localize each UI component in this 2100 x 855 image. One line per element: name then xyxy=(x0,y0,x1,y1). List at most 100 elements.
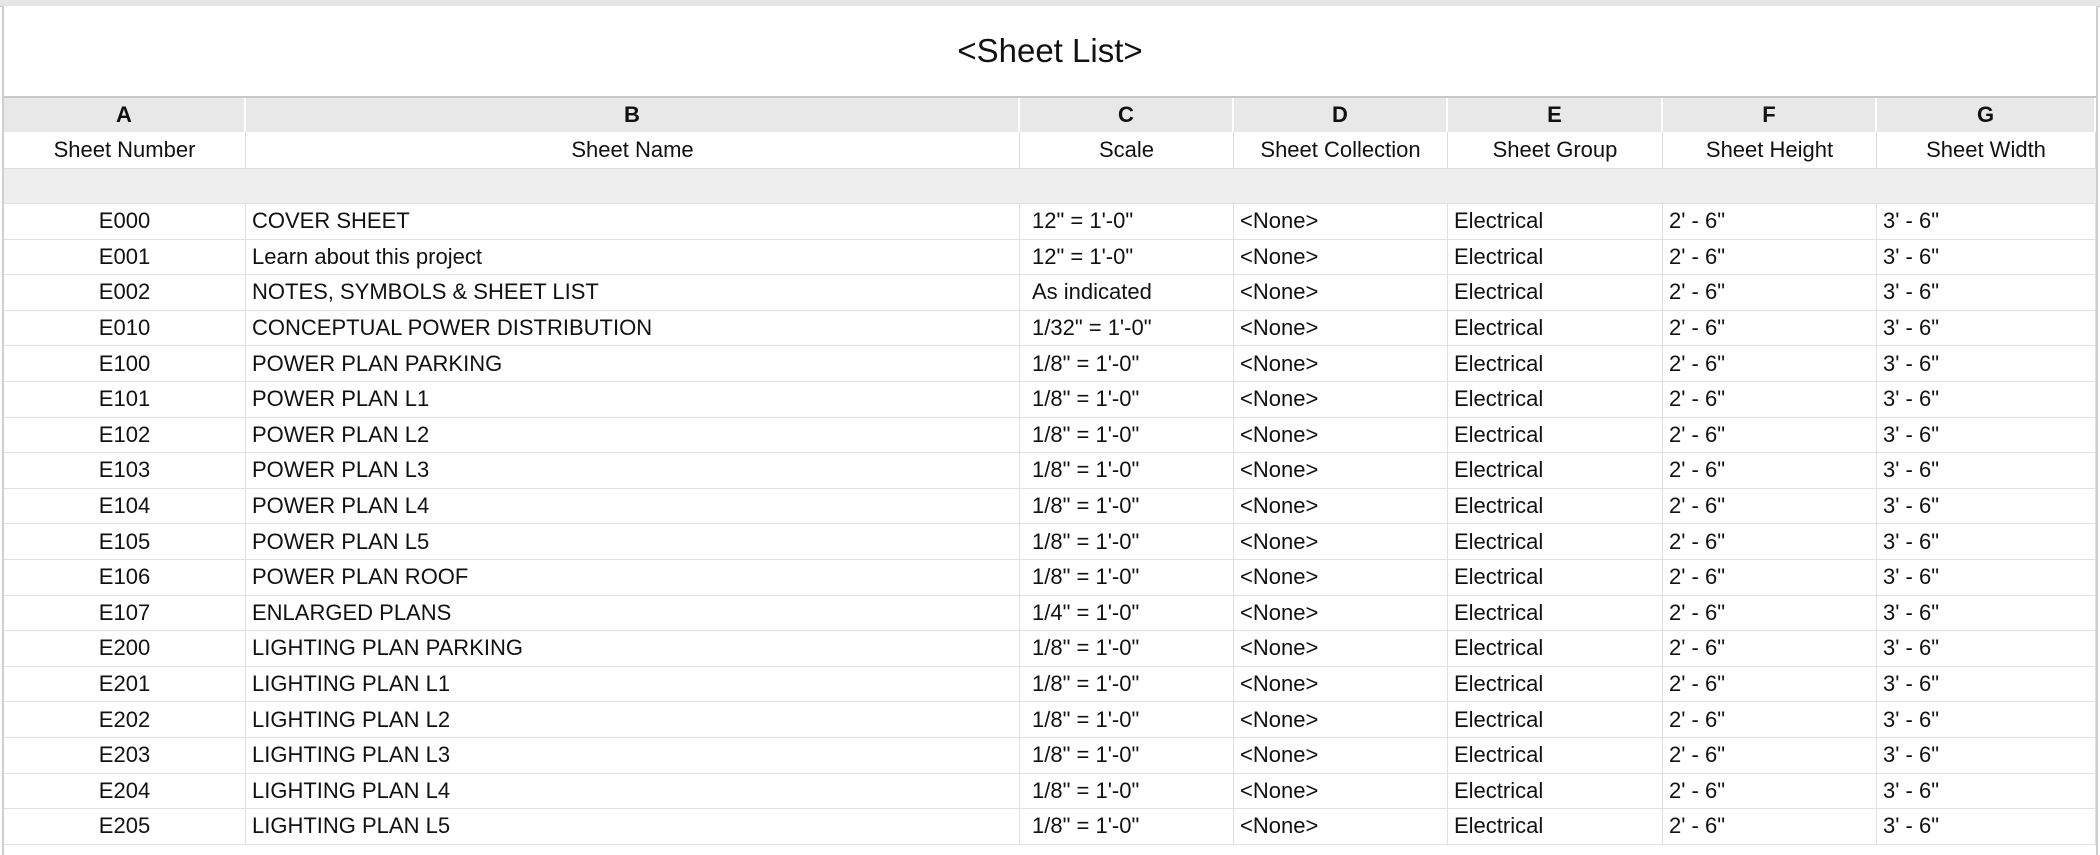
cell-sheet-width[interactable]: 3' - 6" xyxy=(1877,417,2096,454)
cell-sheet-collection[interactable]: <None> xyxy=(1234,204,1448,240)
cell-sheet-name[interactable]: LIGHTING PLAN L1 xyxy=(246,666,1020,703)
cell-sheet-height[interactable]: 2' - 6" xyxy=(1663,239,1877,276)
cell-sheet-width[interactable]: 3' - 6" xyxy=(1877,666,2096,703)
cell-sheet-collection[interactable]: <None> xyxy=(1234,417,1448,454)
cell-sheet-height[interactable]: 2' - 6" xyxy=(1663,453,1877,489)
cell-sheet-name[interactable]: LIGHTING PLAN L4 xyxy=(246,773,1020,810)
cell-sheet-number[interactable]: E104 xyxy=(4,488,246,525)
cell-scale[interactable]: 1/32" = 1'-0" xyxy=(1020,310,1234,347)
cell-sheet-name[interactable]: LIGHTING PLAN L3 xyxy=(246,737,1020,774)
cell-sheet-width[interactable]: 3' - 6" xyxy=(1877,346,2096,382)
table-row[interactable]: E201 LIGHTING PLAN L1 1/8" = 1'-0" <None> El… xyxy=(4,666,2096,703)
cell-sheet-width[interactable]: 3' - 6" xyxy=(1877,204,2096,240)
cell-sheet-collection[interactable]: <None> xyxy=(1234,381,1448,418)
cell-sheet-number[interactable]: E102 xyxy=(4,417,246,454)
cell-sheet-name[interactable]: POWER PLAN L1 xyxy=(246,381,1020,418)
cell-sheet-number[interactable]: E203 xyxy=(4,737,246,774)
cell-sheet-number[interactable]: E202 xyxy=(4,702,246,738)
cell-sheet-number[interactable]: E204 xyxy=(4,773,246,810)
cell-sheet-number[interactable]: E105 xyxy=(4,524,246,560)
column-letter-c[interactable]: C xyxy=(1020,98,1234,132)
column-header-sheet-number[interactable]: Sheet Number xyxy=(4,132,246,169)
table-row[interactable]: E101 POWER PLAN L1 1/8" = 1'-0" <None> Elect… xyxy=(4,381,2096,418)
cell-sheet-group[interactable]: Electrical xyxy=(1448,737,1663,774)
table-row[interactable]: E104 POWER PLAN L4 1/8" = 1'-0" <None> Elect… xyxy=(4,488,2096,525)
cell-scale[interactable]: 1/8" = 1'-0" xyxy=(1020,773,1234,810)
cell-sheet-name[interactable]: POWER PLAN PARKING xyxy=(246,346,1020,382)
cell-sheet-collection[interactable]: <None> xyxy=(1234,773,1448,810)
cell-sheet-collection[interactable]: <None> xyxy=(1234,702,1448,738)
cell-scale[interactable]: 1/8" = 1'-0" xyxy=(1020,417,1234,454)
cell-sheet-group[interactable]: Electrical xyxy=(1448,381,1663,418)
cell-sheet-name[interactable]: POWER PLAN L2 xyxy=(246,417,1020,454)
cell-sheet-collection[interactable]: <None> xyxy=(1234,346,1448,382)
cell-sheet-name[interactable]: POWER PLAN L5 xyxy=(246,524,1020,560)
cell-sheet-width[interactable]: 3' - 6" xyxy=(1877,595,2096,632)
cell-sheet-collection[interactable]: <None> xyxy=(1234,631,1448,667)
cell-sheet-collection[interactable]: <None> xyxy=(1234,275,1448,311)
cell-sheet-height[interactable]: 2' - 6" xyxy=(1663,346,1877,382)
column-letter-b[interactable]: B xyxy=(246,98,1020,132)
cell-scale[interactable]: 1/8" = 1'-0" xyxy=(1020,702,1234,738)
cell-scale[interactable]: 1/8" = 1'-0" xyxy=(1020,559,1234,596)
cell-sheet-height[interactable]: 2' - 6" xyxy=(1663,666,1877,703)
cell-sheet-name[interactable]: POWER PLAN ROOF xyxy=(246,559,1020,596)
cell-sheet-width[interactable]: 3' - 6" xyxy=(1877,737,2096,774)
cell-sheet-group[interactable]: Electrical xyxy=(1448,524,1663,560)
cell-sheet-height[interactable]: 2' - 6" xyxy=(1663,524,1877,560)
cell-sheet-width[interactable]: 3' - 6" xyxy=(1877,488,2096,525)
cell-sheet-height[interactable]: 2' - 6" xyxy=(1663,310,1877,347)
cell-sheet-name[interactable]: LIGHTING PLAN L2 xyxy=(246,702,1020,738)
cell-sheet-name[interactable]: POWER PLAN L3 xyxy=(246,453,1020,489)
column-letter-e[interactable]: E xyxy=(1448,98,1663,132)
cell-sheet-collection[interactable]: <None> xyxy=(1234,595,1448,632)
table-row[interactable]: E205 LIGHTING PLAN L5 1/8" = 1'-0" <None> El… xyxy=(4,809,2096,845)
cell-sheet-name[interactable]: NOTES, SYMBOLS & SHEET LIST xyxy=(246,275,1020,311)
cell-sheet-height[interactable]: 2' - 6" xyxy=(1663,488,1877,525)
table-row[interactable]: E202 LIGHTING PLAN L2 1/8" = 1'-0" <None> El… xyxy=(4,702,2096,738)
cell-sheet-collection[interactable]: <None> xyxy=(1234,488,1448,525)
table-row[interactable]: E203 LIGHTING PLAN L3 1/8" = 1'-0" <None> El… xyxy=(4,737,2096,774)
cell-sheet-collection[interactable]: <None> xyxy=(1234,737,1448,774)
cell-sheet-height[interactable]: 2' - 6" xyxy=(1663,737,1877,774)
cell-sheet-width[interactable]: 3' - 6" xyxy=(1877,631,2096,667)
cell-sheet-number[interactable]: E100 xyxy=(4,346,246,382)
cell-sheet-number[interactable]: E107 xyxy=(4,595,246,632)
cell-sheet-height[interactable]: 2' - 6" xyxy=(1663,559,1877,596)
cell-sheet-group[interactable]: Electrical xyxy=(1448,204,1663,240)
cell-sheet-number[interactable]: E000 xyxy=(4,204,246,240)
cell-sheet-number[interactable]: E201 xyxy=(4,666,246,703)
cell-scale[interactable]: 1/8" = 1'-0" xyxy=(1020,631,1234,667)
cell-sheet-number[interactable]: E106 xyxy=(4,559,246,596)
cell-scale[interactable]: 1/8" = 1'-0" xyxy=(1020,666,1234,703)
table-row[interactable]: E002 NOTES, SYMBOLS & SHEET LIST As indica… xyxy=(4,275,2096,311)
cell-sheet-name[interactable]: LIGHTING PLAN PARKING xyxy=(246,631,1020,667)
cell-sheet-name[interactable]: POWER PLAN L4 xyxy=(246,488,1020,525)
table-row[interactable]: E204 LIGHTING PLAN L4 1/8" = 1'-0" <None> El… xyxy=(4,773,2096,810)
cell-sheet-group[interactable]: Electrical xyxy=(1448,773,1663,810)
cell-sheet-width[interactable]: 3' - 6" xyxy=(1877,310,2096,347)
cell-sheet-height[interactable]: 2' - 6" xyxy=(1663,631,1877,667)
column-header-sheet-width[interactable]: Sheet Width xyxy=(1877,132,2096,169)
cell-sheet-collection[interactable]: <None> xyxy=(1234,666,1448,703)
cell-sheet-width[interactable]: 3' - 6" xyxy=(1877,559,2096,596)
cell-sheet-number[interactable]: E001 xyxy=(4,239,246,276)
cell-sheet-group[interactable]: Electrical xyxy=(1448,275,1663,311)
cell-sheet-collection[interactable]: <None> xyxy=(1234,310,1448,347)
cell-sheet-height[interactable]: 2' - 6" xyxy=(1663,275,1877,311)
cell-sheet-width[interactable]: 3' - 6" xyxy=(1877,809,2096,845)
cell-sheet-collection[interactable]: <None> xyxy=(1234,559,1448,596)
table-row[interactable]: E102 POWER PLAN L2 1/8" = 1'-0" <None> Elect… xyxy=(4,417,2096,454)
cell-sheet-width[interactable]: 3' - 6" xyxy=(1877,524,2096,560)
cell-sheet-name[interactable]: Learn about this project xyxy=(246,239,1020,276)
table-row[interactable]: E001 Learn about this project 12" = 1'-0" <… xyxy=(4,239,2096,276)
cell-sheet-name[interactable]: ENLARGED PLANS xyxy=(246,595,1020,632)
schedule-title[interactable]: <Sheet List> xyxy=(4,6,2096,98)
cell-scale[interactable]: 1/8" = 1'-0" xyxy=(1020,809,1234,845)
column-header-scale[interactable]: Scale xyxy=(1020,132,1234,169)
cell-sheet-number[interactable]: E103 xyxy=(4,453,246,489)
table-row[interactable]: E010 CONCEPTUAL POWER DISTRIBUTION 1/32" =… xyxy=(4,310,2096,347)
table-row[interactable]: E107 ENLARGED PLANS 1/4" = 1'-0" <None> Elec… xyxy=(4,595,2096,632)
table-row[interactable]: E100 POWER PLAN PARKING 1/8" = 1'-0" <None>… xyxy=(4,346,2096,382)
table-row[interactable]: E105 POWER PLAN L5 1/8" = 1'-0" <None> Elect… xyxy=(4,524,2096,560)
